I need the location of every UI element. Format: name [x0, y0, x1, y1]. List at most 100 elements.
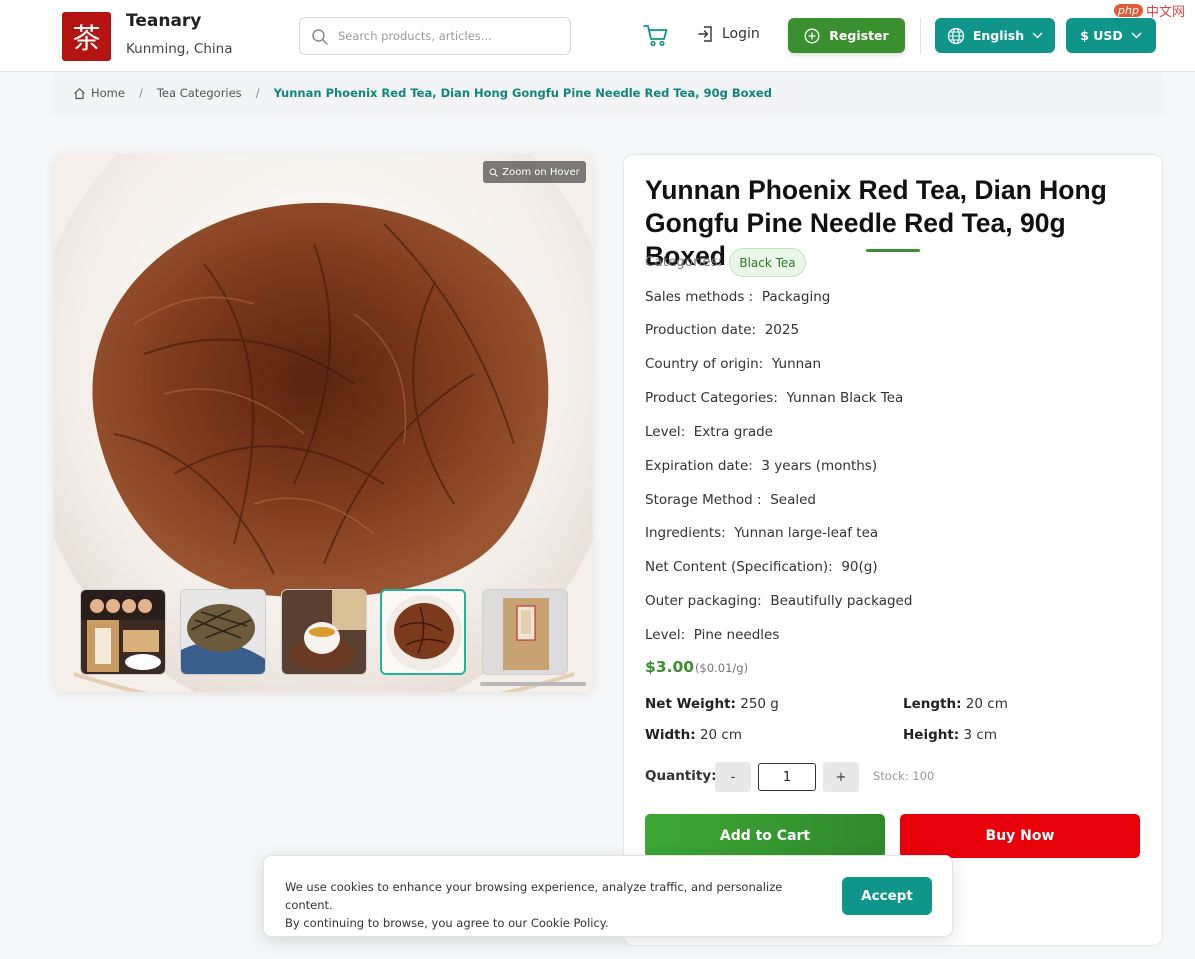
search-box[interactable]: [299, 17, 571, 55]
spec-label: Width:: [645, 727, 696, 743]
attribute-row: Storage Method : Sealed: [645, 492, 816, 508]
thumbnail-4[interactable]: [380, 589, 466, 675]
attribute-value: Yunnan Black Tea: [786, 390, 904, 406]
attribute-value: Packaging: [761, 289, 831, 305]
attribute-label: Sales methods :: [645, 289, 754, 305]
site-logo[interactable]: 茶: [62, 12, 111, 61]
currency-label: $ USD: [1080, 28, 1123, 43]
language-label: English: [972, 28, 1025, 43]
attribute-value: 3 years (months): [761, 458, 878, 474]
chevron-down-icon: [1131, 32, 1142, 39]
attribute-value: Extra grade: [693, 424, 773, 440]
attribute-row: Level: Extra grade: [645, 424, 773, 440]
cookie-message: We use cookies to enhance your browsing …: [285, 878, 830, 932]
shopping-cart-icon[interactable]: [643, 24, 668, 47]
spec-height: Height: 3 cm: [903, 727, 997, 743]
attribute-row: Production date: 2025: [645, 322, 799, 338]
attribute-row: Level: Pine needles: [645, 627, 779, 643]
category-badge[interactable]: Black Tea: [729, 248, 806, 277]
attribute-value: Beautifully packaged: [770, 593, 913, 609]
login-icon: [698, 26, 712, 42]
brand-location: Kunming, China: [126, 41, 233, 57]
attribute-label: Net Content (Specification):: [645, 559, 833, 575]
zoom-label: Zoom on Hover: [502, 166, 580, 178]
breadcrumb-separator: /: [255, 86, 260, 100]
spec-label: Net Weight:: [645, 696, 736, 712]
thumbnail-image: [282, 590, 366, 674]
watermark-text: 中文网: [1145, 4, 1185, 20]
currency-selector[interactable]: $ USD: [1066, 18, 1156, 53]
attribute-value: Yunnan large-leaf tea: [734, 525, 879, 541]
attribute-label: Outer packaging:: [645, 593, 762, 609]
spec-value: 20 cm: [965, 696, 1008, 712]
thumbnail-5[interactable]: [482, 589, 568, 675]
home-icon[interactable]: [73, 87, 86, 100]
magnifier-icon: [489, 168, 499, 177]
attribute-label: Expiration date:: [645, 458, 753, 474]
attribute-value: Pine needles: [693, 627, 780, 643]
cookie-text-line: By continuing to browse, you agree to ou…: [285, 916, 609, 930]
attribute-value: Sealed: [770, 492, 816, 508]
attribute-label: Production date:: [645, 322, 757, 338]
attribute-row: Net Content (Specification): 90(g): [645, 559, 878, 575]
watermark-php: php: [1114, 3, 1143, 17]
cookie-text-line: We use cookies to enhance your browsing …: [285, 880, 783, 912]
quantity-increment-button[interactable]: +: [823, 762, 859, 792]
globe-icon: [947, 27, 964, 44]
brand-name[interactable]: Teanary: [126, 11, 201, 31]
quantity-decrement-button[interactable]: -: [715, 762, 751, 792]
spec-label: Height:: [903, 727, 960, 743]
spec-value: 3 cm: [963, 727, 997, 743]
quantity-label: Quantity:: [645, 768, 717, 784]
attribute-label: Level:: [645, 627, 686, 643]
login-label: Login: [722, 26, 760, 42]
thumbnail-2[interactable]: [180, 589, 266, 675]
attribute-label: Ingredients:: [645, 525, 726, 541]
buy-now-button[interactable]: Buy Now: [900, 814, 1140, 858]
thumbnail-scrollbar[interactable]: [480, 682, 586, 686]
login-link[interactable]: Login: [698, 25, 760, 43]
logo-char: 茶: [72, 21, 101, 55]
attribute-label: Level:: [645, 424, 686, 440]
unit-price: ($0.01/g): [695, 661, 749, 675]
search-input[interactable]: [338, 26, 558, 46]
attribute-row: Outer packaging: Beautifully packaged: [645, 593, 912, 609]
spec-value: 20 cm: [699, 727, 742, 743]
breadcrumb-home[interactable]: Home: [91, 86, 125, 100]
header-divider: [920, 18, 921, 54]
attribute-value: 2025: [764, 322, 800, 338]
attribute-row: Country of origin: Yunnan: [645, 356, 821, 372]
breadcrumb-category[interactable]: Tea Categories: [157, 86, 242, 100]
attribute-label: Country of origin:: [645, 356, 764, 372]
attribute-value: 90(g): [841, 559, 878, 575]
stock-count: Stock: 100: [873, 769, 935, 783]
site-watermark: php 中文网: [1114, 0, 1195, 20]
spec-length: Length: 20 cm: [903, 696, 1008, 712]
quantity-input[interactable]: [758, 763, 816, 791]
title-underline: [866, 249, 920, 252]
thumbnail-image: [382, 591, 464, 673]
accept-cookies-button[interactable]: Accept: [842, 877, 932, 915]
register-label: Register: [829, 28, 889, 43]
attribute-value: Yunnan: [771, 356, 822, 372]
spec-width: Width: 20 cm: [645, 727, 742, 743]
thumbnail-image: [81, 590, 165, 674]
spec-value: 250 g: [740, 696, 779, 712]
zoom-badge: Zoom on Hover: [483, 161, 586, 183]
language-selector[interactable]: English: [935, 18, 1055, 53]
thumbnail-image: [181, 590, 265, 674]
thumbnail-image: [483, 590, 567, 674]
attribute-label: Product Categories:: [645, 390, 778, 406]
thumbnail-3[interactable]: [281, 589, 367, 675]
plus-circle-icon: [804, 28, 820, 43]
attribute-row: Product Categories: Yunnan Black Tea: [645, 390, 903, 406]
spec-label: Length:: [903, 696, 962, 712]
breadcrumb: Home / Tea Categories / Yunnan Phoenix R…: [73, 86, 772, 100]
breadcrumb-current: Yunnan Phoenix Red Tea, Dian Hong Gongfu…: [273, 86, 772, 100]
register-button[interactable]: Register: [788, 18, 905, 53]
spec-net-weight: Net Weight: 250 g: [645, 696, 779, 712]
thumbnail-1[interactable]: [80, 589, 166, 675]
breadcrumb-separator: /: [138, 86, 143, 100]
add-to-cart-button[interactable]: Add to Cart: [645, 814, 885, 858]
product-price: $3.00: [645, 658, 695, 676]
